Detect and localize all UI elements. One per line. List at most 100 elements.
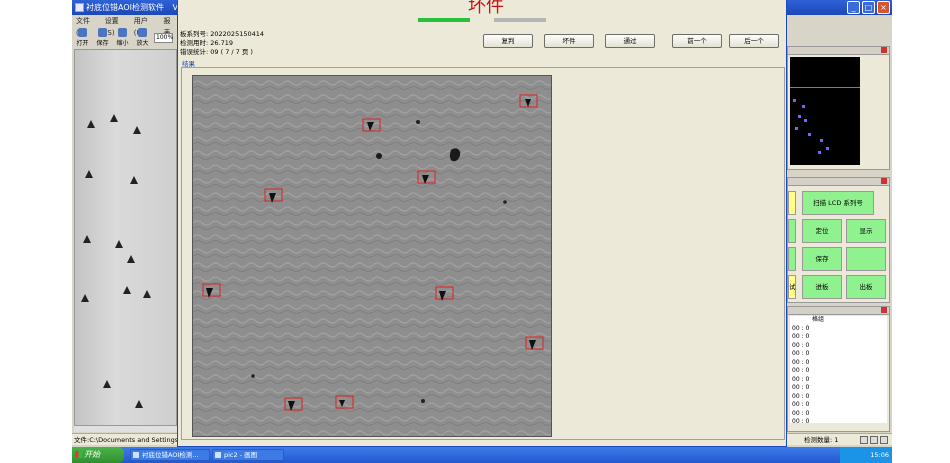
panel-close-icon[interactable] (881, 47, 887, 53)
zoom-out-icon (118, 28, 127, 37)
menu-report[interactable]: 报表 (164, 15, 178, 37)
status-minimize-icon[interactable] (860, 436, 868, 444)
panel-close-icon[interactable] (881, 307, 887, 313)
control-panel: 扫描 LCD 系列号 定位 显示 保存 试 进板 出板 (787, 177, 890, 303)
app-task-icon (133, 452, 139, 458)
locate-button[interactable]: 定位 (802, 219, 842, 243)
wafer-overview-image[interactable] (74, 49, 177, 431)
task-label: 衬底位错AOI检测... (142, 451, 199, 459)
panel-close-icon[interactable] (881, 178, 887, 184)
defect-mark (85, 170, 93, 178)
plot-point (795, 127, 798, 130)
empty-panel-button[interactable] (846, 247, 886, 271)
defect-spot (251, 374, 255, 378)
inspection-image-canvas (193, 76, 551, 436)
open-icon (78, 28, 87, 37)
status-help-icon[interactable] (870, 436, 878, 444)
menu-file[interactable]: 文件(F) (76, 15, 99, 37)
stats-panel: 格组 00 : 0 00 : 0 00 : 0 00 : 0 00 : 0 00… (787, 306, 890, 432)
minimize-button[interactable]: _ (847, 1, 860, 14)
defect-mark (115, 240, 123, 248)
list-item: 00 : 0 (792, 418, 810, 425)
start-label: 开始 (84, 450, 100, 459)
defect-spot (376, 153, 382, 159)
zoom-in-button[interactable]: 放大 (134, 27, 151, 49)
zoom-out-button[interactable]: 缩小 (114, 27, 131, 49)
list-item: 00 : 0 (792, 409, 810, 417)
defect-mark (127, 255, 135, 263)
side-indicator (788, 191, 796, 215)
plot-point (818, 151, 821, 154)
list-item: 00 : 0 (792, 333, 810, 340)
horizontal-scrollbar[interactable] (74, 425, 177, 432)
plot-point (820, 139, 823, 142)
disk-icon (98, 28, 107, 37)
start-button[interactable]: 开始 (72, 447, 124, 463)
board-out-button[interactable]: 出板 (846, 275, 886, 299)
menu-user[interactable]: 用户(U) (134, 15, 158, 37)
display-button[interactable]: 显示 (846, 219, 886, 243)
save-panel-button[interactable]: 保存 (802, 247, 842, 271)
zoom-in-icon (138, 28, 147, 37)
task-paint[interactable]: pic2 - 画图 (212, 449, 284, 461)
zoom-in-label: 放大 (136, 40, 149, 47)
defect-mark (130, 176, 138, 184)
list-item: 00 : 0 (792, 358, 810, 366)
list-item: 00 : 0 (792, 324, 810, 332)
plot-point (804, 119, 807, 122)
list-item: 00 : 0 (792, 384, 810, 391)
defect-mark (81, 294, 89, 302)
defect-spot (416, 120, 420, 124)
defect-mark (103, 380, 111, 388)
status-inspect-count: 检测数量: 1 (804, 436, 839, 444)
toolbar: 打开 保存 缩小 放大 100% (74, 27, 178, 49)
defect-spot (503, 200, 507, 204)
paint-task-icon (215, 452, 221, 458)
menu-settings[interactable]: 设置(S) (105, 15, 128, 37)
defect-mark (133, 126, 141, 134)
defect-mark (110, 114, 118, 122)
list-header: 格组 (812, 316, 825, 323)
inspection-image[interactable] (192, 75, 552, 437)
plot-point (798, 115, 801, 118)
zoom-input[interactable]: 100% (154, 33, 173, 43)
open-label: 打开 (76, 40, 89, 47)
test-button[interactable]: 试 (788, 275, 796, 299)
side-indicator (788, 219, 796, 243)
open-button[interactable]: 打开 (74, 27, 91, 49)
list-item: 00 : 0 (792, 401, 810, 408)
board-in-button[interactable]: 进板 (802, 275, 842, 299)
defect-mark (135, 400, 143, 408)
progress-bar-current (418, 18, 470, 22)
menubar: 文件(F) 设置(S) 用户(U) 报表 (72, 15, 178, 37)
bad-part-button[interactable]: 坏件 (544, 34, 594, 48)
position-plot (790, 57, 860, 165)
stats-panel-header (788, 307, 889, 315)
side-indicator (788, 247, 796, 271)
stats-list[interactable]: 格组 00 : 0 00 : 0 00 : 0 00 : 0 00 : 0 00… (790, 316, 887, 425)
pass-button[interactable]: 通过 (605, 34, 655, 48)
zoom-out-label: 缩小 (116, 40, 129, 47)
status-close-icon[interactable] (880, 436, 888, 444)
previous-button[interactable]: 前一个 (672, 34, 722, 48)
plot-panel (787, 46, 890, 170)
save-button[interactable]: 保存 (94, 27, 111, 49)
windows-logo-icon (75, 451, 82, 458)
next-button[interactable]: 后一个 (729, 34, 779, 48)
close-button[interactable]: × (877, 1, 890, 14)
defect-spot (421, 399, 425, 403)
defect-mark (123, 286, 131, 294)
defect-mark (143, 290, 151, 298)
list-item: 00 : 0 (792, 375, 810, 383)
result-dialog: 坏件 板系列号: 2022025150414 检测用时: 26.719 错误统计… (177, 0, 787, 447)
app-title: 衬底位错AOI检测软件 (86, 3, 164, 12)
recheck-button[interactable]: 复判 (483, 34, 533, 48)
list-item: 00 : 0 (792, 341, 810, 349)
plot-panel-header (788, 47, 889, 55)
task-label: pic2 - 画图 (224, 451, 258, 459)
taskbar: 开始 衬底位错AOI检测... pic2 - 画图 15:06 (72, 447, 892, 463)
list-item: 00 : 0 (792, 350, 810, 357)
maximize-button[interactable]: □ (862, 1, 875, 14)
task-aoi-app[interactable]: 衬底位错AOI检测... (130, 449, 210, 461)
scan-lcd-button[interactable]: 扫描 LCD 系列号 (802, 191, 874, 215)
